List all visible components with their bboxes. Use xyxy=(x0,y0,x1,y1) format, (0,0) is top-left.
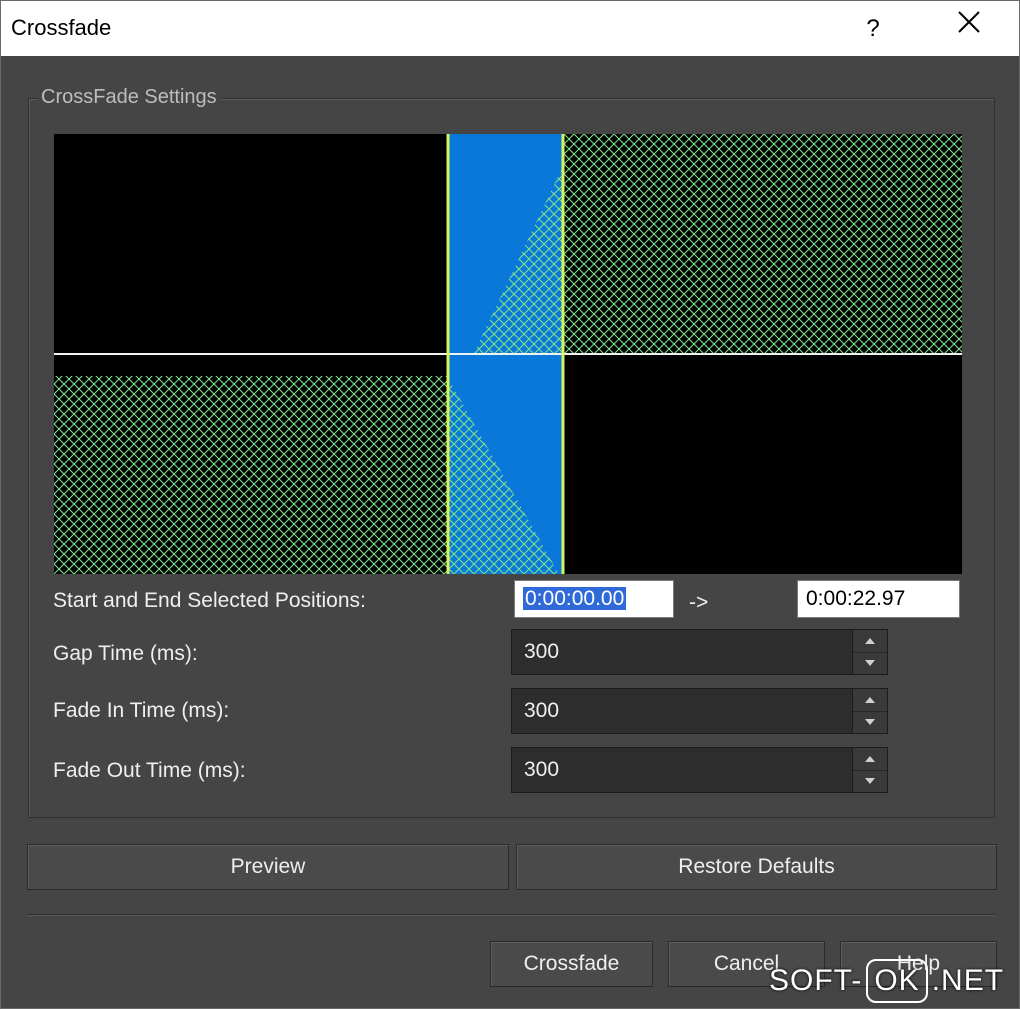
waveform-graphic xyxy=(54,134,962,574)
end-position-value: 0:00:22.97 xyxy=(806,587,906,610)
title-bar: Crossfade ? xyxy=(1,1,1019,56)
start-position-field[interactable]: 0:00:00.00 xyxy=(514,580,674,618)
window-title: Crossfade xyxy=(11,15,112,40)
start-position-value: 0:00:00.00 xyxy=(523,587,627,610)
spin-up-icon[interactable] xyxy=(853,689,887,712)
watermark-boxed: OK xyxy=(866,959,928,1003)
gap-time-label: Gap Time (ms): xyxy=(53,642,198,665)
restore-defaults-label: Restore Defaults xyxy=(678,855,835,878)
fade-out-spinbox[interactable]: 300 xyxy=(511,747,888,793)
spin-down-icon[interactable] xyxy=(853,770,887,792)
help-icon[interactable]: ? xyxy=(853,9,893,49)
fade-out-label: Fade Out Time (ms): xyxy=(53,759,246,782)
fade-out-stepper xyxy=(852,748,887,792)
group-label: CrossFade Settings xyxy=(37,86,221,109)
preview-button-label: Preview xyxy=(230,855,306,878)
spin-down-icon[interactable] xyxy=(853,711,887,733)
fade-in-label: Fade In Time (ms): xyxy=(53,699,230,722)
fade-in-spinbox[interactable]: 300 xyxy=(511,688,888,734)
preview-button[interactable]: Preview xyxy=(27,844,509,890)
gap-time-stepper xyxy=(852,630,887,674)
restore-defaults-button[interactable]: Restore Defaults xyxy=(516,844,997,890)
watermark: SOFT- OK .NET xyxy=(769,956,1004,1006)
spin-down-icon[interactable] xyxy=(853,652,887,674)
positions-label: Start and End Selected Positions: xyxy=(53,589,366,612)
top-track-audio xyxy=(564,134,962,353)
watermark-prefix: SOFT- xyxy=(769,964,863,997)
watermark-suffix: .NET xyxy=(931,964,1005,997)
gap-time-value: 300 xyxy=(524,640,560,663)
bottom-track-audio xyxy=(54,376,447,574)
spin-up-icon[interactable] xyxy=(853,630,887,653)
crossfade-dialog: Crossfade ? CrossFade Settings Start and… xyxy=(0,0,1020,1009)
gap-time-spinbox[interactable]: 300 xyxy=(511,629,888,675)
fade-in-stepper xyxy=(852,689,887,733)
fade-in-value: 300 xyxy=(524,699,560,722)
crossfade-waveform-view[interactable] xyxy=(54,134,962,574)
crossfade-button-label: Crossfade xyxy=(523,952,620,975)
end-position-field[interactable]: 0:00:22.97 xyxy=(797,580,960,618)
position-arrow: -> xyxy=(689,591,709,614)
crossfade-button[interactable]: Crossfade xyxy=(490,941,653,987)
spin-up-icon[interactable] xyxy=(853,748,887,771)
close-icon[interactable] xyxy=(945,9,993,49)
fade-out-value: 300 xyxy=(524,758,560,781)
footer-separator xyxy=(28,914,995,916)
